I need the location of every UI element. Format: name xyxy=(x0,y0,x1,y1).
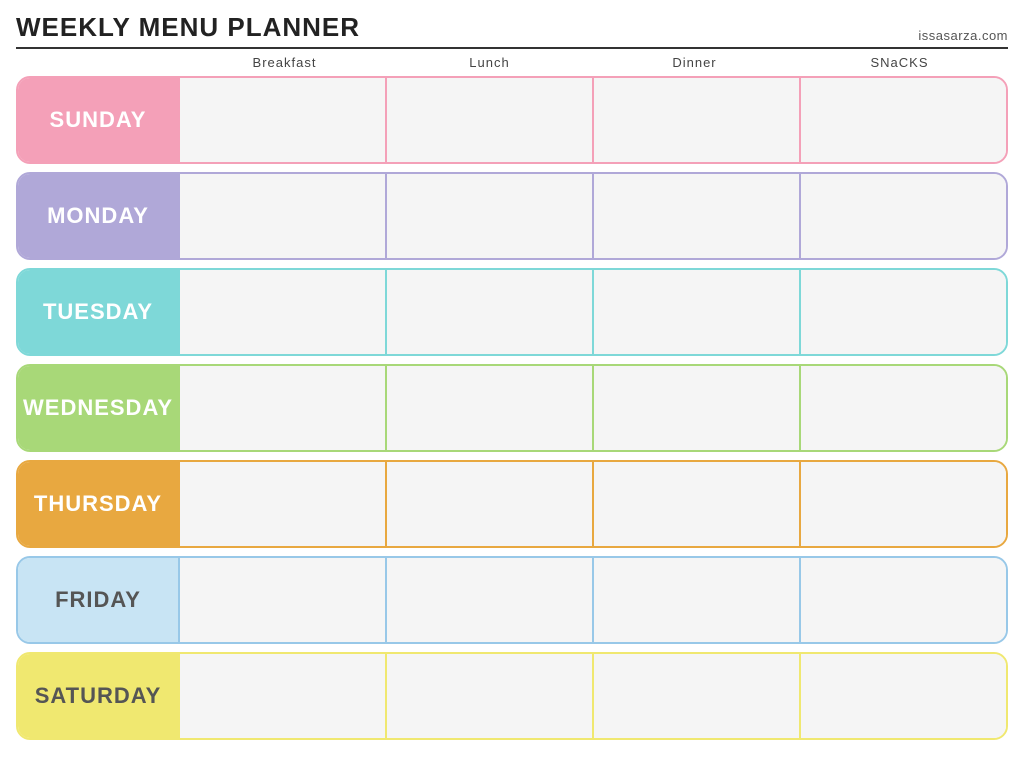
cell-sunday-snacks[interactable] xyxy=(799,78,1006,162)
cell-friday-lunch[interactable] xyxy=(385,558,592,642)
cell-tuesday-snacks[interactable] xyxy=(799,270,1006,354)
cell-sunday-dinner[interactable] xyxy=(592,78,799,162)
day-label-sunday: SuNDay xyxy=(18,78,178,162)
website-url: issasarza.com xyxy=(918,28,1008,43)
row-monday: MoNDay xyxy=(16,172,1008,260)
cell-monday-lunch[interactable] xyxy=(385,174,592,258)
cell-saturday-breakfast[interactable] xyxy=(178,654,385,738)
cell-tuesday-breakfast[interactable] xyxy=(178,270,385,354)
cell-friday-dinner[interactable] xyxy=(592,558,799,642)
cell-tuesday-lunch[interactable] xyxy=(385,270,592,354)
col-lunch: Lunch xyxy=(387,55,592,70)
planner-grid: SuNDay MoNDay TueSDay WeDNeSDay THurSDay FriD… xyxy=(16,76,1008,740)
day-label-friday: FriDay xyxy=(18,558,178,642)
cell-wednesday-snacks[interactable] xyxy=(799,366,1006,450)
row-sunday: SuNDay xyxy=(16,76,1008,164)
row-saturday: SaTurDay xyxy=(16,652,1008,740)
cell-sunday-breakfast[interactable] xyxy=(178,78,385,162)
cell-tuesday-dinner[interactable] xyxy=(592,270,799,354)
cell-thursday-snacks[interactable] xyxy=(799,462,1006,546)
day-label-wednesday: WeDNeSDay xyxy=(18,366,178,450)
col-breakfast: Breakfast xyxy=(182,55,387,70)
cell-friday-snacks[interactable] xyxy=(799,558,1006,642)
row-friday: FriDay xyxy=(16,556,1008,644)
day-label-thursday: THurSDay xyxy=(18,462,178,546)
day-label-tuesday: TueSDay xyxy=(18,270,178,354)
cell-wednesday-breakfast[interactable] xyxy=(178,366,385,450)
row-wednesday: WeDNeSDay xyxy=(16,364,1008,452)
cell-monday-breakfast[interactable] xyxy=(178,174,385,258)
page-title: Weekly Menu Planner xyxy=(16,12,360,43)
col-dinner: Dinner xyxy=(592,55,797,70)
col-day xyxy=(22,55,182,70)
row-thursday: THurSDay xyxy=(16,460,1008,548)
col-snacks: SNaCKS xyxy=(797,55,1002,70)
cell-monday-dinner[interactable] xyxy=(592,174,799,258)
cell-saturday-dinner[interactable] xyxy=(592,654,799,738)
cell-monday-snacks[interactable] xyxy=(799,174,1006,258)
day-label-monday: MoNDay xyxy=(18,174,178,258)
cell-thursday-breakfast[interactable] xyxy=(178,462,385,546)
cell-thursday-dinner[interactable] xyxy=(592,462,799,546)
cell-sunday-lunch[interactable] xyxy=(385,78,592,162)
row-tuesday: TueSDay xyxy=(16,268,1008,356)
day-label-saturday: SaTurDay xyxy=(18,654,178,738)
cell-saturday-snacks[interactable] xyxy=(799,654,1006,738)
page-header: Weekly Menu Planner issasarza.com xyxy=(16,12,1008,49)
cell-wednesday-dinner[interactable] xyxy=(592,366,799,450)
column-headers: Breakfast Lunch Dinner SNaCKS xyxy=(16,55,1008,70)
cell-thursday-lunch[interactable] xyxy=(385,462,592,546)
cell-friday-breakfast[interactable] xyxy=(178,558,385,642)
cell-wednesday-lunch[interactable] xyxy=(385,366,592,450)
cell-saturday-lunch[interactable] xyxy=(385,654,592,738)
